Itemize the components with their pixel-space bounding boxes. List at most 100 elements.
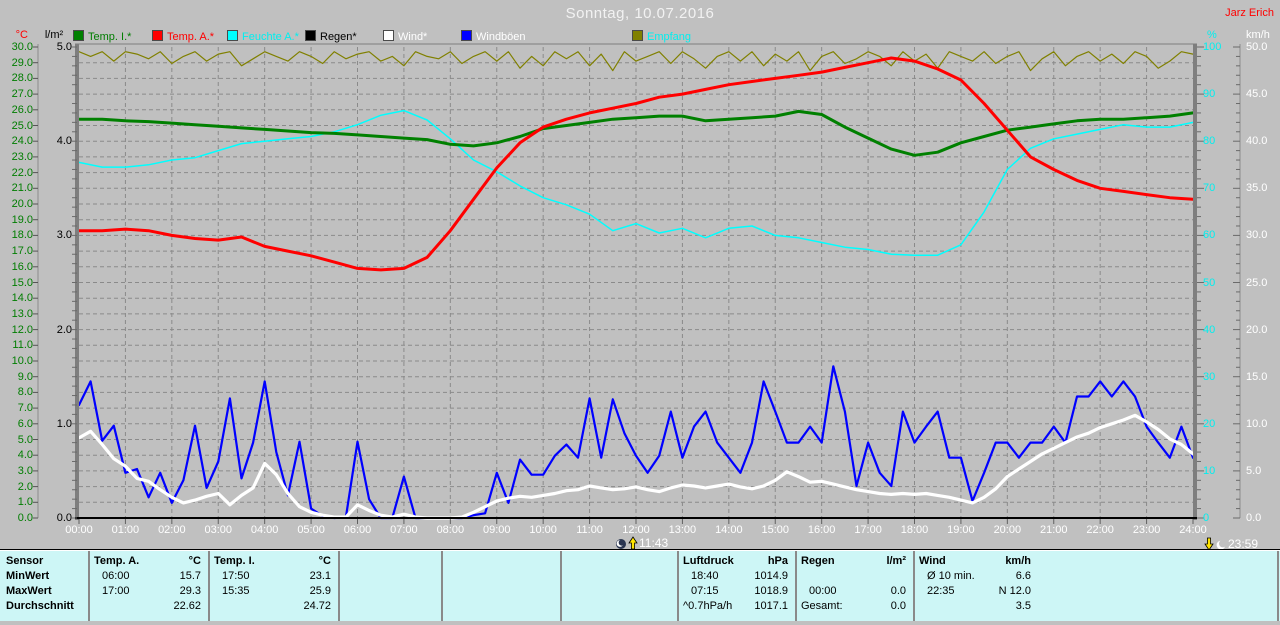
table-col-unit: hPa <box>767 555 788 567</box>
axis-tick-label: 5.0 <box>17 433 33 446</box>
axis-tick-label: 26.0 <box>11 103 33 116</box>
axis-tick-label: 17.0 <box>11 245 33 258</box>
time-tick-label: 00:00 <box>65 524 93 536</box>
axis-tick-label: 50.0 <box>1246 41 1268 53</box>
table-separator <box>441 551 443 621</box>
axis-tick-label: 22.0 <box>11 166 33 179</box>
table-col-unit: °C <box>188 555 201 567</box>
axis-tick-label: 20 <box>1203 417 1216 430</box>
axis-tick-label: 4.0 <box>56 135 72 148</box>
table-value-cell: 22.62 <box>173 600 201 612</box>
time-tick-label: 09:00 <box>482 524 511 536</box>
axis-tick-label: 70 <box>1203 182 1216 195</box>
table-separator <box>1277 551 1279 621</box>
time-tick-label: 16:00 <box>807 524 836 536</box>
moon-icon <box>616 538 626 549</box>
axis-tick-label: 11.0 <box>12 339 33 352</box>
time-tick-label: 24:00 <box>1179 524 1207 536</box>
table-value-cell: 1017.1 <box>754 600 788 612</box>
axis-tick-label: 1.0 <box>17 496 33 509</box>
time-tick-label: 07:00 <box>390 524 418 536</box>
table-col-unit: °C <box>318 555 331 567</box>
table-value-cell: 29.3 <box>179 585 201 597</box>
axis-tick-label: 0 <box>1203 512 1210 524</box>
axis-tick-label: 50 <box>1203 276 1216 289</box>
axis-tick-label: 60 <box>1203 229 1216 242</box>
time-tick-label: 20:00 <box>993 524 1022 536</box>
axis-tick-label: 40.0 <box>1246 135 1268 148</box>
axis-tick-label: 13.0 <box>11 307 33 320</box>
time-tick-label: 22:00 <box>1086 524 1114 536</box>
axis-tick-label: 35.0 <box>1246 182 1268 195</box>
table-value-cell: 25.9 <box>309 585 331 597</box>
weather-station-app: { "header": { "title": "Sonntag, 10.07.2… <box>0 0 1280 625</box>
table-row-label: Durchschnitt <box>6 600 74 612</box>
table-separator <box>338 551 340 621</box>
axis-tick-label: 10.0 <box>1246 417 1268 430</box>
axis-tick-label: 100 <box>1203 41 1222 53</box>
axis-tick-label: 23.0 <box>11 150 33 163</box>
table-row-label: Sensor <box>6 555 44 567</box>
axis-tick-label: 16.0 <box>11 260 33 273</box>
table-value-cell: N 12.0 <box>998 585 1031 597</box>
time-tick-label: 01:00 <box>111 524 140 536</box>
axis-tick-label: 3.0 <box>17 464 33 477</box>
axis-tick-label: 2.0 <box>56 323 72 336</box>
axis-tick-label: 2.0 <box>17 480 33 493</box>
table-separator <box>560 551 562 621</box>
axis-tick-label: 28.0 <box>11 72 33 85</box>
table-row-label: MinWert <box>6 570 50 582</box>
axis-tick-label: 20.0 <box>1246 323 1268 336</box>
table-row-label: MaxWert <box>6 585 52 597</box>
axis-tick-label: 25.0 <box>1246 276 1268 289</box>
axis-tick-label: 0.0 <box>56 512 72 524</box>
table-value-cell: 1014.9 <box>754 570 788 582</box>
time-tick-label: 03:00 <box>204 524 233 536</box>
time-tick-label: 17:00 <box>854 524 882 536</box>
axis-tick-label: 9.0 <box>17 370 33 383</box>
axis-tick-label: 20.0 <box>11 198 33 210</box>
time-tick-label: 10:00 <box>529 524 557 536</box>
axis-tick-label: 10.0 <box>11 355 33 367</box>
axis-tick-label: 25.0 <box>11 119 33 132</box>
axis-tick-label: 1.0 <box>56 417 72 430</box>
table-separator <box>208 551 210 621</box>
axis-tick-label: 8.0 <box>17 386 33 399</box>
time-tick-label: 18:00 <box>900 524 929 536</box>
time-tick-label: 14:00 <box>715 524 743 536</box>
table-col-unit: l/m² <box>886 555 906 567</box>
table-col-unit: km/h <box>1005 555 1031 567</box>
axis-tick-label: 15.0 <box>1246 370 1268 383</box>
axis-tick-label: 14.0 <box>11 292 33 305</box>
axis-tick-label: 5.0 <box>56 41 72 53</box>
axis-tick-label: 30.0 <box>1246 229 1268 242</box>
table-value-cell: 23.1 <box>309 570 331 582</box>
axis-tick-label: 30 <box>1203 370 1216 383</box>
time-tick-label: 21:00 <box>1039 524 1068 536</box>
axis-tick-label: 4.0 <box>17 449 33 462</box>
axis-tick-label: 15.0 <box>11 276 33 289</box>
moonrise-marker: 11:43 <box>615 536 668 550</box>
axis-tick-label: 3.0 <box>56 229 72 242</box>
time-tick-label: 04:00 <box>250 524 279 536</box>
time-tick-label: 13:00 <box>668 524 697 536</box>
table-value-cell: 0.0 <box>890 600 906 612</box>
time-tick-label: 05:00 <box>297 524 325 536</box>
axis-tick-label: 0.0 <box>1246 512 1262 524</box>
table-bottom-edge <box>0 621 1280 625</box>
x-axis-line <box>75 517 1197 519</box>
time-tick-label: 23:00 <box>1132 524 1161 536</box>
axis-tick-label: 40 <box>1203 323 1216 336</box>
table-value-cell: 6.6 <box>1015 570 1031 582</box>
axis-tick-label: 29.0 <box>11 56 33 69</box>
time-tick-label: 12:00 <box>622 524 650 536</box>
statistics-table: Sensor MinWert MaxWert Durchschnitt Temp. A.… <box>0 551 1280 621</box>
axis-tick-label: 80 <box>1203 135 1216 148</box>
table-value-cell: 0.0 <box>890 585 906 597</box>
plot-border-right <box>1193 44 1197 520</box>
axis-tick-label: 27.0 <box>11 88 33 101</box>
table-value-cell: 24.72 <box>303 600 331 612</box>
table-value-cell: 15.7 <box>179 570 201 582</box>
moonrise-time: 11:43 <box>639 536 669 550</box>
axis-tick-label: 5.0 <box>1246 464 1262 477</box>
